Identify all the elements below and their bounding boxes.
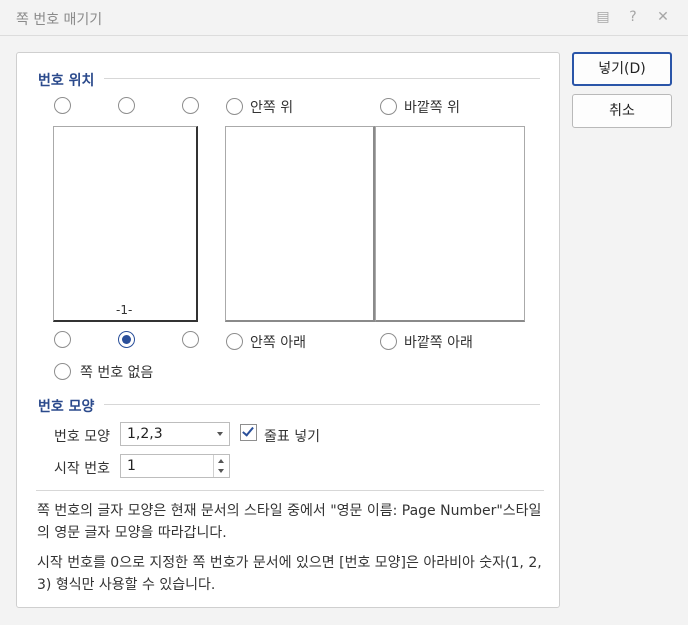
number-style-select[interactable]: 1,2,3 <box>120 422 230 446</box>
spin-up-icon[interactable] <box>218 459 224 463</box>
title-bar: 쪽 번호 매기기 ▤ ? ✕ <box>0 0 688 36</box>
right-page-preview <box>375 126 525 322</box>
start-number-note: 시작 번호를 0으로 지정한 쪽 번호가 문서에 있으면 [번호 모양]은 아라… <box>37 555 542 593</box>
dash-checkbox[interactable] <box>240 424 257 441</box>
number-style-label: 번호 모양 <box>54 429 110 445</box>
radio-inner-top[interactable] <box>226 98 243 115</box>
section-divider <box>104 78 540 79</box>
close-icon[interactable]: ✕ <box>654 8 672 26</box>
left-page-preview <box>225 126 375 322</box>
chevron-down-icon <box>217 432 223 436</box>
radio-bottom-center[interactable] <box>118 331 135 348</box>
dialog-title: 쪽 번호 매기기 <box>16 12 103 28</box>
radio-inner-bottom[interactable] <box>226 333 243 350</box>
position-section-title: 번호 위치 <box>38 73 95 89</box>
stepper-buttons[interactable] <box>213 455 229 477</box>
help-icon[interactable]: ? <box>624 8 642 26</box>
radio-bottom-right[interactable] <box>182 331 199 348</box>
start-number-label: 시작 번호 <box>54 461 110 477</box>
start-number-stepper[interactable]: 1 <box>120 454 230 478</box>
check-icon <box>242 424 254 437</box>
number-style-value: 1,2,3 <box>127 426 163 442</box>
format-section-title: 번호 모양 <box>38 399 95 415</box>
radio-top-center[interactable] <box>118 97 135 114</box>
start-number-value: 1 <box>127 458 136 474</box>
radio-outer-top[interactable] <box>380 98 397 115</box>
outer-top-label: 바깥쪽 위 <box>404 100 460 116</box>
font-info-note: 쪽 번호의 글자 모양은 현재 문서의 스타일 중에서 "영문 이름: Page… <box>37 503 542 541</box>
radio-top-right[interactable] <box>182 97 199 114</box>
radio-top-left[interactable] <box>54 97 71 114</box>
radio-bottom-left[interactable] <box>54 331 71 348</box>
inner-top-label: 안쪽 위 <box>250 100 294 116</box>
insert-button[interactable]: 넣기(D) <box>572 52 672 86</box>
no-number-label: 쪽 번호 없음 <box>80 365 154 381</box>
outer-bottom-label: 바깥쪽 아래 <box>404 335 473 351</box>
dash-label: 줄표 넣기 <box>264 429 320 445</box>
radio-no-number[interactable] <box>54 363 71 380</box>
single-page-preview: -1- <box>53 126 198 322</box>
comment-icon[interactable]: ▤ <box>594 8 612 26</box>
spin-down-icon[interactable] <box>218 469 224 473</box>
radio-outer-bottom[interactable] <box>380 333 397 350</box>
preview-page-number: -1- <box>116 303 133 317</box>
info-divider <box>36 490 544 491</box>
section-divider <box>104 404 540 405</box>
inner-bottom-label: 안쪽 아래 <box>250 335 306 351</box>
cancel-button[interactable]: 취소 <box>572 94 672 128</box>
